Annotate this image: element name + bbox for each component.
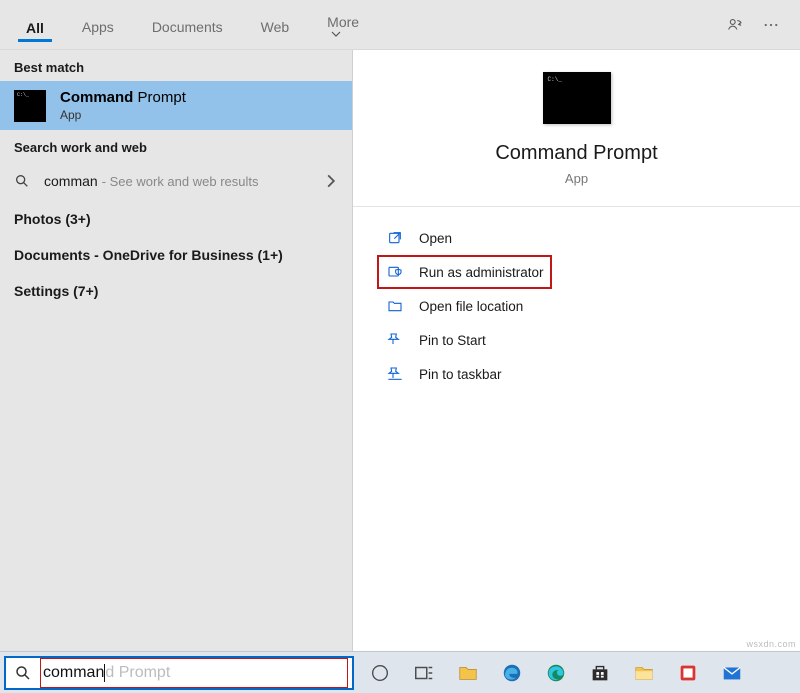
tab-documents[interactable]: Documents — [144, 12, 231, 38]
search-input[interactable]: command Prompt — [40, 658, 348, 688]
action-pin-to-taskbar[interactable]: Pin to taskbar — [377, 357, 800, 391]
more-options-icon[interactable] — [760, 14, 782, 36]
result-title-match: Command — [60, 89, 133, 106]
feedback-icon[interactable] — [724, 14, 746, 36]
category-settings[interactable]: Settings (7+) — [0, 273, 352, 309]
store-button[interactable] — [578, 652, 622, 693]
action-pin-taskbar-label: Pin to taskbar — [419, 367, 502, 382]
web-suggestion-term: comman — [44, 173, 98, 189]
cortana-button[interactable] — [358, 652, 402, 693]
action-run-as-administrator[interactable]: Run as administrator — [377, 255, 552, 289]
taskbar-icons — [358, 652, 754, 693]
command-prompt-icon: C:\_ — [14, 90, 46, 122]
web-suggestion[interactable]: comman - See work and web results — [0, 161, 352, 201]
group-best-match: Best match — [0, 50, 352, 81]
taskbar: command Prompt — [0, 651, 800, 693]
pinned-app-button[interactable] — [666, 652, 710, 693]
action-open[interactable]: Open — [377, 221, 800, 255]
open-icon — [385, 228, 405, 248]
search-typed-text: comman — [41, 664, 104, 682]
category-documents[interactable]: Documents - OneDrive for Business (1+) — [0, 237, 352, 273]
preview-header: C:\_ Command Prompt App — [353, 50, 800, 207]
mail-button[interactable] — [710, 652, 754, 693]
file-explorer-button[interactable] — [446, 652, 490, 693]
result-title: Command Prompt — [60, 89, 186, 106]
group-search-work-web: Search work and web — [0, 130, 352, 161]
preview-subtitle: App — [565, 171, 588, 186]
tab-more[interactable]: More — [319, 7, 367, 43]
folder-location-icon — [385, 296, 405, 316]
admin-shield-icon — [385, 262, 405, 282]
results-pane: Best match C:\_ Command Prompt App Searc… — [0, 50, 352, 651]
tab-more-label: More — [327, 14, 359, 30]
chevron-right-icon — [324, 174, 338, 188]
search-icon — [14, 173, 30, 189]
preview-title: Command Prompt — [495, 142, 657, 165]
result-command-prompt[interactable]: C:\_ Command Prompt App — [0, 81, 352, 130]
edge-button[interactable] — [534, 652, 578, 693]
pin-start-icon — [385, 330, 405, 350]
category-photos[interactable]: Photos (3+) — [0, 201, 352, 237]
preview-app-icon: C:\_ — [543, 72, 611, 124]
tab-apps[interactable]: Apps — [74, 12, 122, 38]
watermark: wsxdn.com — [746, 639, 796, 649]
result-title-rest: Prompt — [133, 89, 186, 106]
search-filter-tabs: All Apps Documents Web More — [0, 0, 800, 50]
preview-pane: C:\_ Command Prompt App Open Run as admi… — [352, 50, 800, 651]
action-open-file-location[interactable]: Open file location — [377, 289, 800, 323]
tab-web[interactable]: Web — [253, 12, 298, 38]
action-pin-to-start[interactable]: Pin to Start — [377, 323, 800, 357]
chevron-down-icon — [331, 29, 341, 39]
search-ghost-text: d Prompt — [105, 664, 170, 682]
action-open-label: Open — [419, 231, 452, 246]
action-open-location-label: Open file location — [419, 299, 523, 314]
result-text: Command Prompt App — [60, 89, 186, 122]
pin-taskbar-icon — [385, 364, 405, 384]
file-explorer-button-2[interactable] — [622, 652, 666, 693]
preview-actions: Open Run as administrator Open file loca… — [353, 207, 800, 391]
web-suggestion-hint: - See work and web results — [102, 174, 259, 189]
tab-all[interactable]: All — [18, 7, 52, 42]
action-run-admin-label: Run as administrator — [419, 265, 544, 280]
action-pin-start-label: Pin to Start — [419, 333, 486, 348]
result-subtitle: App — [60, 108, 186, 122]
search-icon — [14, 664, 32, 682]
task-view-button[interactable] — [402, 652, 446, 693]
edge-legacy-button[interactable] — [490, 652, 534, 693]
taskbar-search[interactable]: command Prompt — [4, 656, 354, 690]
